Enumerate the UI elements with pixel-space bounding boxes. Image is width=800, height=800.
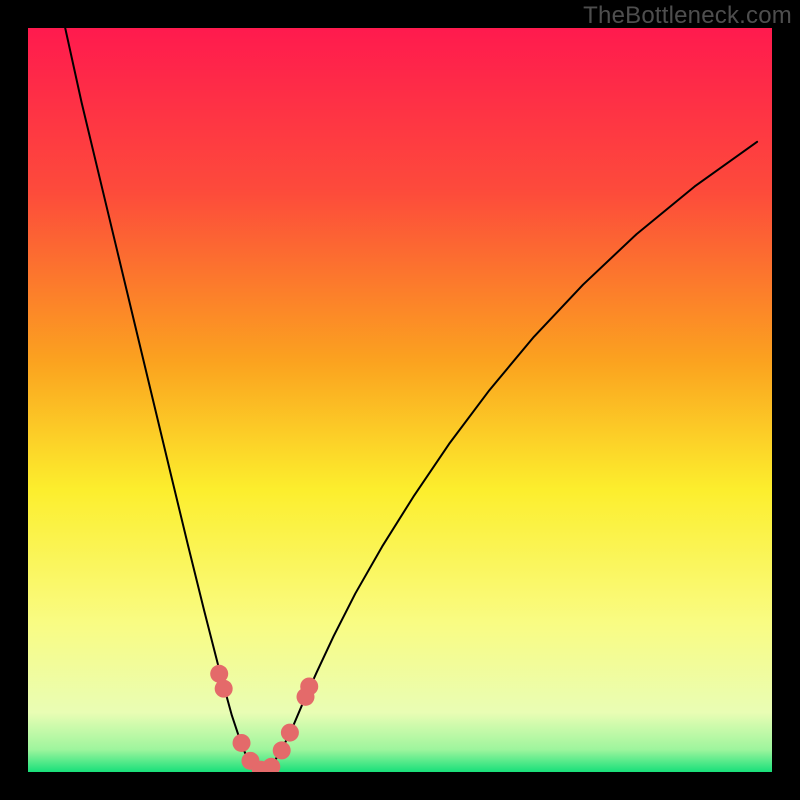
watermark-text: TheBottleneck.com bbox=[583, 2, 792, 30]
curve-marker bbox=[233, 734, 251, 752]
curve-marker bbox=[300, 677, 318, 695]
curve-marker bbox=[281, 724, 299, 742]
gradient-background bbox=[28, 28, 772, 772]
chart-frame: TheBottleneck.com bbox=[0, 0, 800, 800]
curve-marker bbox=[215, 680, 233, 698]
bottleneck-chart bbox=[28, 28, 772, 772]
plot-area bbox=[28, 28, 772, 772]
curve-marker bbox=[273, 741, 291, 759]
